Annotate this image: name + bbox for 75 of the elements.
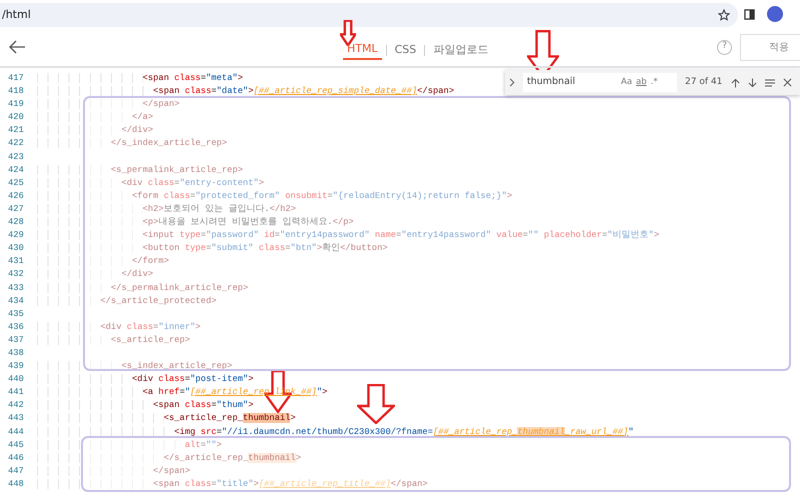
code-line: <form class="protected_form" onsubmit="{reloadEntry(14);return false;}"> — [37, 190, 512, 203]
code-line: <div class="post-item"> — [37, 373, 254, 386]
code-line: <span class="title">[##_article_rep_title_##]</span> — [37, 478, 428, 491]
sidebar-icon[interactable] — [744, 8, 755, 20]
line-number: 426 — [7, 190, 25, 203]
apply-button[interactable]: 적용 — [740, 34, 800, 60]
line-number: 429 — [7, 229, 25, 242]
code-line: <span class="thum"> — [37, 399, 254, 412]
line-number: 446 — [7, 452, 25, 465]
line-number: 427 — [7, 202, 25, 216]
line-number: 424 — [7, 164, 25, 177]
code-line: <s_article_rep_thumbnail> — [37, 412, 296, 426]
arrow-annotation — [357, 384, 395, 424]
code-line: <h2>보호되어 있는 글입니다.</h2> — [37, 202, 296, 216]
code-line: <div class="entry-content"> — [37, 176, 264, 190]
code-line: <div class="inner"> — [37, 320, 201, 334]
address-text[interactable]: /html — [2, 6, 31, 24]
tab[interactable]: HTML — [343, 40, 382, 60]
line-number: 435 — [7, 308, 25, 321]
back-icon[interactable] — [8, 40, 26, 54]
line-number: 441 — [7, 386, 25, 400]
line-number: 445 — [7, 438, 25, 452]
line-number: 425 — [7, 176, 25, 190]
line-number: 419 — [7, 98, 25, 112]
code-line: <button type="submit" class="btn">확인</button> — [37, 242, 388, 256]
arrow-annotation — [340, 20, 356, 46]
line-number: 432 — [7, 268, 25, 282]
line-number: 423 — [7, 150, 25, 164]
line-number: 417 — [7, 72, 25, 85]
line-number: 422 — [7, 137, 25, 150]
line-number: 439 — [7, 360, 25, 374]
code-line: </s_permalink_article_rep> — [37, 282, 248, 295]
find-option[interactable]: .* — [650, 76, 658, 89]
line-number: 433 — [7, 282, 25, 294]
code-line: <s_index_article_rep> — [37, 360, 232, 374]
code-line: <input type="password" id="entry14password" name="entry14password" value="" placeholder="비밀번호"> — [37, 229, 660, 242]
line-number: 428 — [7, 216, 25, 230]
line-number: 418 — [7, 85, 25, 98]
tab[interactable]: 파일업로드 — [429, 41, 492, 59]
line-number: 444 — [7, 426, 25, 439]
find-option[interactable]: Aa — [621, 76, 632, 89]
line-number: 434 — [7, 294, 25, 308]
code-line: <span class="date">[##_article_rep_simple_date_##]</span> — [37, 85, 454, 98]
code-line: <s_permalink_article_rep> — [37, 164, 243, 177]
line-number: 437 — [7, 334, 25, 347]
line-number: 436 — [7, 320, 25, 334]
code-line: <span class="meta"> — [37, 72, 243, 86]
code-line: </s_article_protected> — [37, 294, 216, 308]
menu-icon[interactable] — [765, 78, 775, 86]
tab[interactable]: CSS — [390, 41, 420, 59]
close-icon[interactable] — [783, 78, 792, 87]
code-line: <s_article_rep> — [37, 334, 190, 347]
code-line: <p>내용을 보시려면 비밀번호를 입력하세요.</p> — [37, 216, 354, 230]
line-number: 447 — [7, 464, 25, 478]
code-line: </s_article_rep_thumbnail> — [37, 452, 301, 465]
line-number: 443 — [7, 412, 25, 426]
avatar-icon[interactable] — [767, 6, 783, 22]
match-count: 27 of 41 — [685, 76, 722, 89]
line-number: 442 — [7, 399, 25, 412]
arrow-down-icon[interactable] — [748, 78, 757, 88]
help-button[interactable]: ? — [717, 40, 732, 54]
find-input[interactable]: thumbnail Aa ab .* — [523, 73, 677, 92]
line-number: 420 — [7, 111, 25, 124]
find-option[interactable]: ab — [636, 76, 647, 89]
line-number: 448 — [7, 478, 25, 491]
code-line: <img src="//i1.daumcdn.net/thumb/C230x300/?fname=[##_article_rep_thumbnail_raw_url_##]" — [37, 426, 634, 439]
arrow-up-icon[interactable] — [731, 78, 740, 88]
line-number: 431 — [7, 255, 25, 268]
line-number: 421 — [7, 124, 25, 138]
line-number: 438 — [7, 346, 25, 360]
star-icon[interactable] — [718, 9, 730, 21]
code-line: </s_index_article_rep> — [37, 137, 228, 151]
chevron-icon[interactable] — [509, 78, 515, 87]
line-number: 440 — [7, 373, 25, 386]
line-number: 430 — [7, 242, 25, 256]
